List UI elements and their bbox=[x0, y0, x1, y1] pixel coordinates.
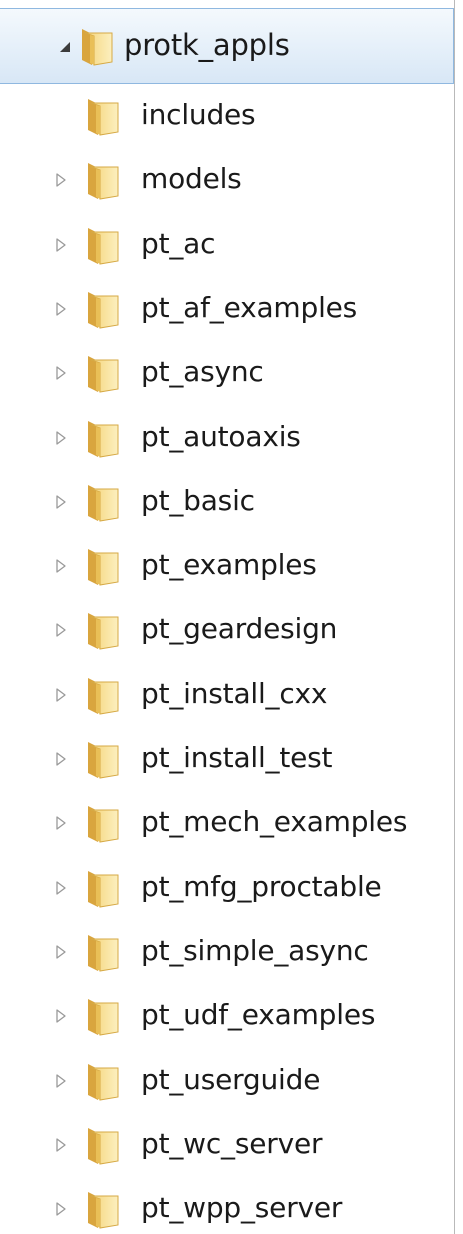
folder-tree[interactable]: protk_appls includes models pt_ac pt_af_… bbox=[0, 0, 455, 1234]
expand-right-icon[interactable] bbox=[52, 1200, 70, 1218]
expand-right-icon[interactable] bbox=[52, 1007, 70, 1025]
tree-item-pt_install_cxx[interactable]: pt_install_cxx bbox=[0, 663, 454, 727]
expand-right-icon[interactable] bbox=[52, 621, 70, 639]
tree-item-label: pt_af_examples bbox=[141, 290, 358, 324]
expand-right-icon[interactable] bbox=[52, 686, 70, 704]
expand-right-icon[interactable] bbox=[52, 171, 70, 189]
expand-right-icon[interactable] bbox=[52, 750, 70, 768]
folder-icon bbox=[82, 931, 124, 972]
tree-item-label: pt_install_test bbox=[141, 741, 333, 774]
expand-right-icon[interactable] bbox=[52, 814, 70, 832]
folder-open-icon bbox=[76, 25, 118, 66]
tree-item-label: pt_userguide bbox=[141, 1062, 321, 1096]
folder-icon bbox=[82, 1124, 124, 1165]
tree-item-label: protk_appls bbox=[124, 28, 290, 62]
expand-right-icon[interactable] bbox=[52, 557, 70, 575]
folder-icon bbox=[82, 417, 124, 458]
tree-item-includes[interactable]: includes bbox=[0, 84, 454, 148]
tree-item-label: models bbox=[141, 162, 242, 196]
tree-item-pt_mech_examples[interactable]: pt_mech_examples bbox=[0, 791, 454, 855]
expand-right-icon[interactable] bbox=[52, 236, 70, 254]
tree-item-pt_udf_examples[interactable]: pt_udf_examples bbox=[0, 984, 454, 1048]
tree-item-pt_geardesign[interactable]: pt_geardesign bbox=[0, 598, 454, 662]
tree-item-label: pt_mech_examples bbox=[141, 805, 408, 839]
folder-icon bbox=[82, 995, 124, 1036]
tree-item-label: pt_basic bbox=[141, 483, 255, 517]
folder-icon bbox=[82, 352, 124, 393]
tree-item-pt_userguide[interactable]: pt_userguide bbox=[0, 1049, 454, 1113]
folder-icon bbox=[82, 545, 124, 586]
tree-item-pt_simple_async[interactable]: pt_simple_async bbox=[0, 920, 454, 984]
expand-right-icon[interactable] bbox=[52, 493, 70, 511]
folder-icon bbox=[82, 609, 124, 650]
tree-item-pt_wpp_server[interactable]: pt_wpp_server bbox=[0, 1177, 454, 1234]
tree-item-protk_appls[interactable]: protk_appls bbox=[0, 8, 454, 84]
expand-right-icon[interactable] bbox=[52, 300, 70, 318]
expand-right-icon[interactable] bbox=[52, 364, 70, 382]
folder-icon bbox=[82, 481, 124, 522]
tree-item-pt_install_test[interactable]: pt_install_test bbox=[0, 727, 454, 791]
folder-icon bbox=[82, 95, 124, 136]
tree-item-label: pt_udf_examples bbox=[141, 998, 376, 1032]
folder-icon bbox=[82, 288, 124, 329]
tree-item-pt_basic[interactable]: pt_basic bbox=[0, 470, 454, 534]
tree-item-label: pt_geardesign bbox=[141, 612, 338, 646]
expand-down-icon[interactable] bbox=[56, 38, 74, 56]
tree-item-models[interactable]: models bbox=[0, 148, 454, 212]
tree-item-label: pt_async bbox=[141, 355, 264, 389]
tree-item-pt_mfg_proctable[interactable]: pt_mfg_proctable bbox=[0, 856, 454, 920]
tree-item-pt_examples[interactable]: pt_examples bbox=[0, 534, 454, 598]
folder-icon bbox=[82, 1060, 124, 1101]
tree-item-label: pt_wpp_server bbox=[141, 1191, 343, 1225]
tree-item-pt_autoaxis[interactable]: pt_autoaxis bbox=[0, 406, 454, 470]
expand-right-icon[interactable] bbox=[52, 1136, 70, 1154]
expand-right-icon[interactable] bbox=[52, 879, 70, 897]
tree-item-label: pt_ac bbox=[141, 226, 216, 260]
tree-item-pt_af_examples[interactable]: pt_af_examples bbox=[0, 277, 454, 341]
folder-icon bbox=[82, 674, 124, 715]
folder-icon bbox=[82, 224, 124, 265]
tree-item-label: pt_mfg_proctable bbox=[141, 869, 382, 903]
tree-item-label: pt_simple_async bbox=[141, 933, 369, 967]
folder-icon bbox=[82, 738, 124, 779]
folder-icon bbox=[82, 1188, 124, 1229]
tree-item-pt_wc_server[interactable]: pt_wc_server bbox=[0, 1113, 454, 1177]
expand-right-icon[interactable] bbox=[52, 1072, 70, 1090]
tree-item-label: pt_install_cxx bbox=[141, 676, 328, 710]
folder-icon bbox=[82, 802, 124, 843]
tree-item-label: pt_autoaxis bbox=[141, 419, 301, 453]
expand-right-icon[interactable] bbox=[52, 943, 70, 961]
expand-right-icon[interactable] bbox=[52, 429, 70, 447]
tree-item-label: includes bbox=[141, 98, 256, 131]
folder-icon bbox=[82, 159, 124, 200]
folder-icon bbox=[82, 867, 124, 908]
tree-item-pt_ac[interactable]: pt_ac bbox=[0, 213, 454, 277]
tree-item-label: pt_wc_server bbox=[141, 1126, 323, 1160]
tree-item-label: pt_examples bbox=[141, 548, 317, 582]
tree-item-pt_async[interactable]: pt_async bbox=[0, 341, 454, 405]
